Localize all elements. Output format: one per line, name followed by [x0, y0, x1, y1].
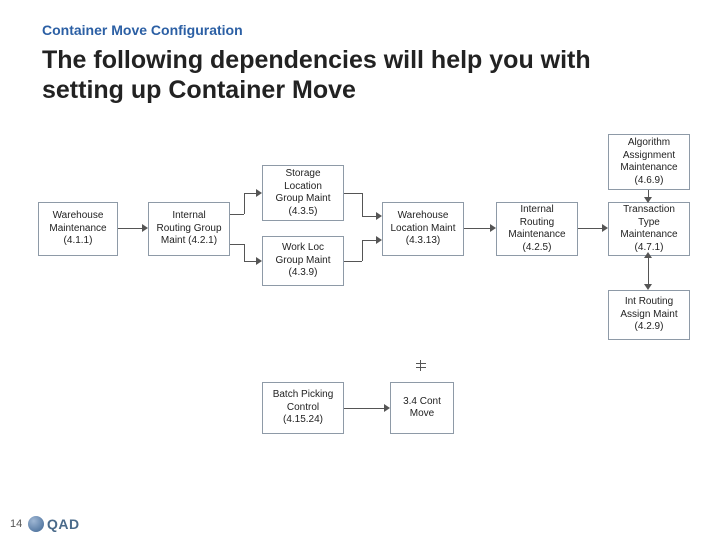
box-transaction-type-maintenance: Transaction Type Maintenance (4.7.1) — [608, 202, 690, 256]
box-int-routing-assign-maint: Int Routing Assign Maint (4.2.9) — [608, 290, 690, 340]
globe-icon — [28, 516, 44, 532]
box-warehouse-location-maint: Warehouse Location Maint (4.3.13) — [382, 202, 464, 256]
box-batch-picking-control: Batch Picking Control (4.15.24) — [262, 382, 344, 434]
logo-text: QAD — [47, 516, 80, 532]
box-cont-move: 3.4 Cont Move — [390, 382, 454, 434]
box-storage-location-group: Storage Location Group Maint (4.3.5) — [262, 165, 344, 221]
logo: QAD — [28, 516, 80, 532]
box-algorithm-assignment-maintenance: Algorithm Assignment Maintenance (4.6.9) — [608, 134, 690, 190]
box-warehouse-maintenance: Warehouse Maintenance (4.1.1) — [38, 202, 118, 256]
box-internal-routing-group: Internal Routing Group Maint (4.2.1) — [148, 202, 230, 256]
box-work-loc-group: Work Loc Group Maint (4.3.9) — [262, 236, 344, 286]
page-number: 14 — [10, 518, 22, 530]
section-title: Container Move Configuration — [42, 22, 243, 38]
page-title: The following dependencies will help you… — [42, 46, 662, 105]
box-internal-routing-maintenance: Internal Routing Maintenance (4.2.5) — [496, 202, 578, 256]
